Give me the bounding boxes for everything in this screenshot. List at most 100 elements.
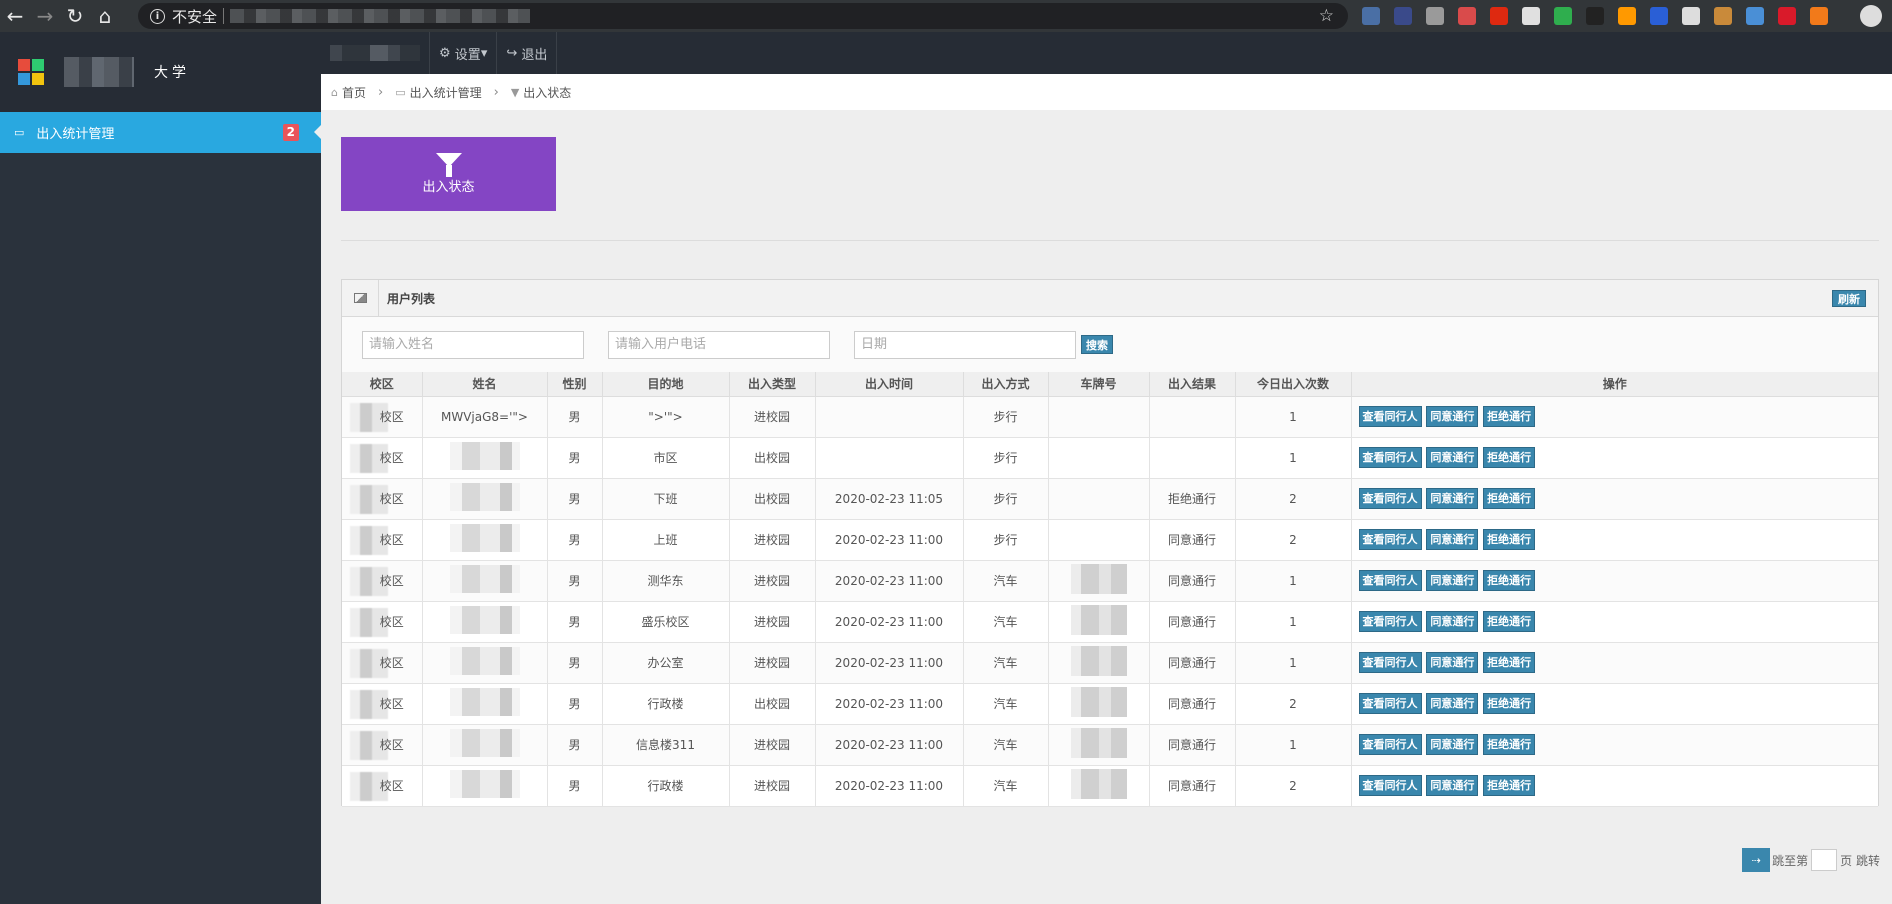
home-icon[interactable]: ⌂ (90, 0, 120, 32)
approve-button[interactable]: 同意通行 (1426, 570, 1479, 591)
flag-ext-icon[interactable] (1490, 7, 1508, 25)
view-companions-button[interactable]: 查看同行人 (1358, 611, 1422, 632)
search-button[interactable]: 搜索 (1081, 335, 1113, 354)
profile-avatar-icon[interactable] (1860, 5, 1882, 27)
approve-button[interactable]: 同意通行 (1426, 734, 1479, 755)
approve-button[interactable]: 同意通行 (1426, 447, 1479, 468)
cell-result: 同意通行 (1148, 723, 1236, 766)
cell-campus: 校区 (342, 477, 423, 520)
breadcrumb-stats[interactable]: 出入统计管理 (410, 84, 482, 101)
h-ext-icon[interactable] (1586, 7, 1604, 25)
cell-plate (1047, 600, 1150, 643)
reject-button[interactable]: 拒绝通行 (1483, 775, 1536, 796)
cell-dest: 办公室 (601, 641, 730, 684)
view-companions-button[interactable]: 查看同行人 (1358, 529, 1422, 550)
lips-ext-icon[interactable] (1778, 7, 1796, 25)
redacted-name (449, 442, 520, 470)
page-number-input[interactable] (1811, 849, 1838, 871)
approve-button[interactable]: 同意通行 (1426, 693, 1479, 714)
redacted-name (449, 524, 520, 552)
cell-method: 汽车 (962, 600, 1049, 643)
cell-campus: 校区 (342, 723, 423, 766)
address-bar[interactable]: i 不安全 ☆ (138, 3, 1348, 29)
reload-icon[interactable]: ↻ (60, 0, 90, 32)
pager: ⇢ 跳至第 页 跳转 (1742, 848, 1880, 872)
approve-button[interactable]: 同意通行 (1426, 529, 1479, 550)
reject-button[interactable]: 拒绝通行 (1483, 652, 1536, 673)
brand-redacted (64, 57, 134, 87)
spy-ext-icon[interactable] (1682, 7, 1700, 25)
amazon-ext-icon[interactable] (1618, 7, 1636, 25)
url-redacted (230, 9, 531, 23)
settings-menu[interactable]: ⚙ 设置 ▾ (430, 32, 498, 74)
back-icon[interactable]: ← (0, 0, 30, 32)
jump-button[interactable]: 跳转 (1856, 852, 1880, 869)
reject-button[interactable]: 拒绝通行 (1483, 734, 1536, 755)
name-input[interactable] (362, 330, 584, 359)
reject-button[interactable]: 拒绝通行 (1483, 488, 1536, 509)
top-navbar: ⚙ 设置 ▾ ↪ 退出 (321, 32, 1892, 74)
firefox-ext-icon[interactable] (1810, 7, 1828, 25)
refresh-button[interactable]: 刷新 (1832, 290, 1866, 307)
x-ext-icon[interactable] (1394, 7, 1412, 25)
sidebar-item-stats[interactable]: ▭ 出入统计管理 2 (0, 112, 322, 153)
reject-button[interactable]: 拒绝通行 (1483, 611, 1536, 632)
redacted-plate (1070, 646, 1127, 676)
logout-button[interactable]: ↪ 退出 (497, 32, 558, 74)
cell-count: 1 (1234, 641, 1352, 684)
reject-button[interactable]: 拒绝通行 (1483, 529, 1536, 550)
doc-ext-icon[interactable] (1522, 7, 1540, 25)
home-icon: ⌂ (331, 85, 338, 99)
circle-ext-icon[interactable] (1426, 7, 1444, 25)
cell-plate (1047, 477, 1150, 520)
cookie-ext-icon[interactable] (1714, 7, 1732, 25)
phone-input[interactable] (608, 330, 830, 359)
reject-button[interactable]: 拒绝通行 (1483, 693, 1536, 714)
fe-ext-icon[interactable] (1650, 7, 1668, 25)
table-row: 校区男测华东 进校园 2020-02-23 11:00 汽车 同意通行 1 查看同行人 同意… (342, 559, 1878, 602)
reject-button[interactable]: 拒绝通行 (1483, 447, 1536, 468)
approve-button[interactable]: 同意通行 (1426, 652, 1479, 673)
cell-actions: 查看同行人 同意通行 拒绝通行 (1350, 559, 1878, 602)
reject-button[interactable]: 拒绝通行 (1483, 406, 1536, 427)
approve-button[interactable]: 同意通行 (1426, 611, 1479, 632)
logo-icon (18, 59, 44, 85)
cell-gender: 男 (546, 641, 603, 684)
approve-button[interactable]: 同意通行 (1426, 775, 1479, 796)
redacted-plate (1070, 769, 1127, 799)
pager-go-icon[interactable]: ⇢ (1742, 848, 1771, 872)
bookmark-star-icon[interactable]: ☆ (1319, 6, 1334, 26)
view-companions-button[interactable]: 查看同行人 (1358, 406, 1422, 427)
user-menu[interactable] (321, 32, 430, 74)
view-companions-button[interactable]: 查看同行人 (1358, 734, 1422, 755)
forward-icon[interactable]: → (30, 0, 60, 32)
table-row: 校区男信息楼311 进校园 2020-02-23 11:00 汽车 同意通行 1 查看同行人… (342, 723, 1878, 766)
redacted-name (449, 483, 520, 511)
approve-button[interactable]: 同意通行 (1426, 406, 1479, 427)
cell-result: 同意通行 (1148, 764, 1236, 807)
cell-campus: 校区 (342, 559, 423, 602)
breadcrumb-home[interactable]: 首页 (342, 84, 366, 101)
reject-button[interactable]: 拒绝通行 (1483, 570, 1536, 591)
shirt-ext-icon[interactable] (1746, 7, 1764, 25)
php-ext-icon[interactable] (1362, 7, 1380, 25)
cell-count: 1 (1234, 600, 1352, 643)
badge-ext-icon[interactable] (1458, 7, 1476, 25)
info-icon[interactable]: i (150, 8, 165, 24)
cell-type: 进校园 (728, 641, 816, 684)
view-companions-button[interactable]: 查看同行人 (1358, 652, 1422, 673)
status-tile[interactable]: 出入状态 (341, 137, 556, 211)
cell-count: 2 (1234, 764, 1352, 807)
view-companions-button[interactable]: 查看同行人 (1358, 693, 1422, 714)
cell-campus: 校区 (342, 395, 423, 438)
view-companions-button[interactable]: 查看同行人 (1358, 447, 1422, 468)
date-input[interactable] (854, 330, 1076, 359)
view-companions-button[interactable]: 查看同行人 (1358, 488, 1422, 509)
cell-actions: 查看同行人 同意通行 拒绝通行 (1350, 641, 1878, 684)
view-companions-button[interactable]: 查看同行人 (1358, 570, 1422, 591)
cell-actions: 查看同行人 同意通行 拒绝通行 (1350, 518, 1878, 561)
cell-type: 出校园 (728, 682, 816, 725)
approve-button[interactable]: 同意通行 (1426, 488, 1479, 509)
view-companions-button[interactable]: 查看同行人 (1358, 775, 1422, 796)
green-ext-icon[interactable] (1554, 7, 1572, 25)
